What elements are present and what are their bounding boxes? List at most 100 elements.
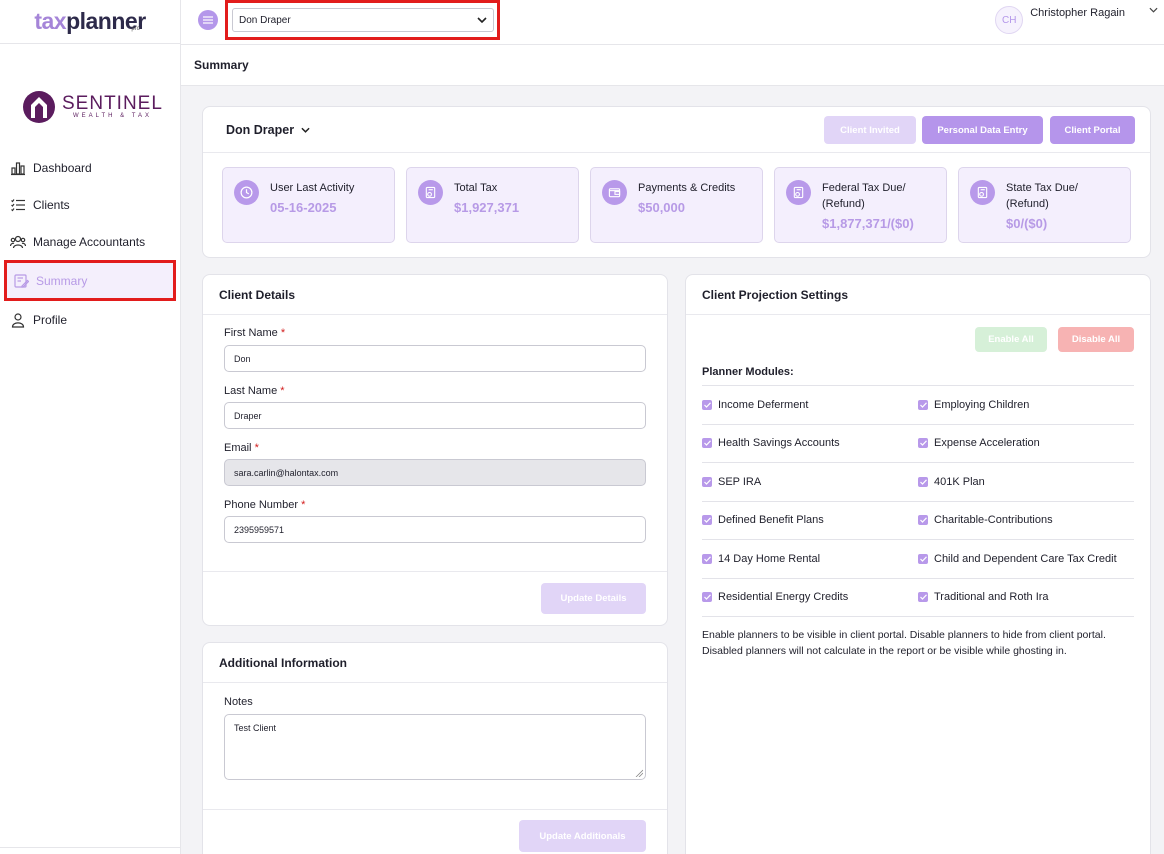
client-select-highlight: Don Draper [225, 0, 500, 40]
disable-all-button[interactable]: Disable All [1058, 327, 1134, 352]
module-item[interactable]: Income Deferment [702, 399, 918, 411]
module-item[interactable]: 401K Plan [918, 476, 1134, 488]
module-item[interactable]: Defined Benefit Plans [702, 514, 918, 526]
checkbox-checked-icon[interactable] [918, 553, 928, 564]
summary-card: Don Draper Client Invited Personal Data … [202, 106, 1151, 258]
phone-field[interactable]: 2395959571 [224, 516, 646, 543]
module-item[interactable]: Expense Acceleration [918, 437, 1134, 449]
first-name-field[interactable]: Don [224, 345, 646, 372]
module-item[interactable]: Health Savings Accounts [702, 437, 918, 449]
email-label: Email * [224, 442, 259, 454]
first-name-label: First Name * [224, 327, 286, 339]
sidebar-item-manage-accountants[interactable]: Manage Accountants [0, 223, 180, 260]
additional-info-card: Additional Information Notes Test Client… [202, 642, 668, 854]
resize-handle-icon[interactable] [635, 769, 643, 777]
stat-federal-tax-due: Federal Tax Due/ (Refund) $1,877,371/($0… [774, 167, 947, 243]
stat-value: $0/($0) [1006, 216, 1048, 231]
sidebar-item-label: Clients [33, 197, 70, 212]
sidebar-item-label: Dashboard [33, 160, 92, 175]
client-name-dropdown[interactable]: Don Draper [226, 123, 310, 137]
stat-label: State Tax Due/ (Refund) [1006, 182, 1078, 210]
client-details-card: Client Details First Name * Don Last Nam… [202, 274, 668, 626]
checkbox-checked-icon[interactable] [702, 399, 712, 410]
planner-modules-list: Income Deferment Employing Children Heal… [702, 385, 1134, 617]
hamburger-icon [203, 16, 213, 24]
checkbox-checked-icon[interactable] [918, 438, 928, 449]
stat-label: Payments & Credits [638, 182, 736, 194]
chevron-down-icon [301, 127, 310, 133]
enable-all-button[interactable]: Enable All [975, 327, 1047, 352]
stat-last-activity: User Last Activity 05-16-2025 [222, 167, 395, 243]
stat-value: $1,877,371/($0) [822, 216, 914, 231]
page-header: Summary [181, 45, 1164, 86]
module-item[interactable]: Charitable-Contributions [918, 514, 1134, 526]
module-row: SEP IRA 401K Plan [702, 463, 1134, 502]
checkbox-checked-icon[interactable] [702, 438, 712, 449]
edit-icon [14, 273, 29, 288]
checkbox-checked-icon[interactable] [918, 399, 928, 410]
user-menu[interactable]: CH Christopher Ragain [995, 6, 1158, 34]
clock-icon [234, 180, 259, 205]
menu-toggle-button[interactable] [198, 10, 218, 30]
module-row: Residential Energy Credits Traditional a… [702, 579, 1134, 617]
summary-header: Don Draper Client Invited Personal Data … [203, 107, 1150, 153]
card-title: Client Projection Settings [686, 275, 1150, 315]
wallet-icon [602, 180, 627, 205]
card-title: Additional Information [203, 643, 667, 683]
stat-label: User Last Activity [270, 182, 355, 194]
sidebar-item-label: Summary [36, 273, 88, 288]
module-row: Health Savings Accounts Expense Accelera… [702, 425, 1134, 463]
client-portal-button[interactable]: Client Portal [1050, 116, 1135, 144]
sidebar-item-summary[interactable]: Summary [4, 260, 176, 301]
checkbox-checked-icon[interactable] [918, 476, 928, 487]
checkbox-checked-icon[interactable] [702, 476, 712, 487]
checkbox-checked-icon[interactable] [918, 592, 928, 603]
notes-text: Test Client [234, 723, 277, 733]
module-item[interactable]: Residential Energy Credits [702, 591, 918, 603]
stat-state-tax-due: State Tax Due/ (Refund) $0/($0) [958, 167, 1131, 243]
projection-help-text: Enable planners to be visible in client … [702, 629, 1106, 657]
brand-subtitle: WEALTH & TAX [72, 112, 152, 119]
sidebar: taxplanner pro SENTINEL WEALTH & TAX Das… [0, 0, 181, 854]
sidebar-item-clients[interactable]: Clients [0, 186, 180, 223]
checkbox-checked-icon[interactable] [918, 515, 928, 526]
last-name-label: Last Name * [224, 385, 285, 397]
last-name-field[interactable]: Draper [224, 402, 646, 429]
stat-value: 05-16-2025 [270, 200, 337, 215]
card-divider [203, 809, 667, 810]
brand-name: SENTINEL [62, 92, 163, 114]
checkbox-checked-icon[interactable] [702, 515, 712, 526]
projection-settings-card: Client Projection Settings Enable All Di… [685, 274, 1151, 854]
notes-textarea[interactable]: Test Client [224, 714, 646, 780]
client-invited-button[interactable]: Client Invited [824, 116, 916, 144]
sidebar-item-dashboard[interactable]: Dashboard [0, 149, 180, 186]
user-name: Christopher Ragain [1030, 7, 1125, 19]
document-money-icon [970, 180, 995, 205]
stat-value: $1,927,371 [454, 200, 520, 215]
module-item[interactable]: 14 Day Home Rental [702, 553, 918, 565]
module-item[interactable]: SEP IRA [702, 476, 918, 488]
sentinel-logo-icon [23, 90, 55, 123]
brand-logo: SENTINEL WEALTH & TAX [0, 44, 180, 149]
checkbox-checked-icon[interactable] [702, 553, 712, 564]
client-select[interactable]: Don Draper [232, 8, 494, 32]
personal-data-entry-button[interactable]: Personal Data Entry [922, 116, 1043, 144]
module-item[interactable]: Employing Children [918, 399, 1134, 411]
sidebar-item-label: Profile [33, 312, 68, 327]
module-item[interactable]: Traditional and Roth Ira [918, 591, 1134, 603]
document-money-icon [786, 180, 811, 205]
module-row: Income Deferment Employing Children [702, 386, 1134, 425]
stat-total-tax: Total Tax $1,927,371 [406, 167, 579, 243]
bar-chart-icon [11, 161, 25, 175]
checkbox-checked-icon[interactable] [702, 592, 712, 603]
update-additionals-button[interactable]: Update Additionals [519, 820, 646, 852]
stat-payments-credits: Payments & Credits $50,000 [590, 167, 763, 243]
update-details-button[interactable]: Update Details [541, 583, 646, 614]
card-title: Client Details [203, 275, 667, 315]
user-icon [11, 312, 25, 328]
phone-label: Phone Number * [224, 499, 306, 511]
app-logo[interactable]: taxplanner pro [0, 0, 180, 44]
sidebar-item-profile[interactable]: Profile [0, 301, 180, 338]
module-item[interactable]: Child and Dependent Care Tax Credit [918, 553, 1134, 565]
topbar: Don Draper CH Christopher Ragain [181, 0, 1164, 45]
